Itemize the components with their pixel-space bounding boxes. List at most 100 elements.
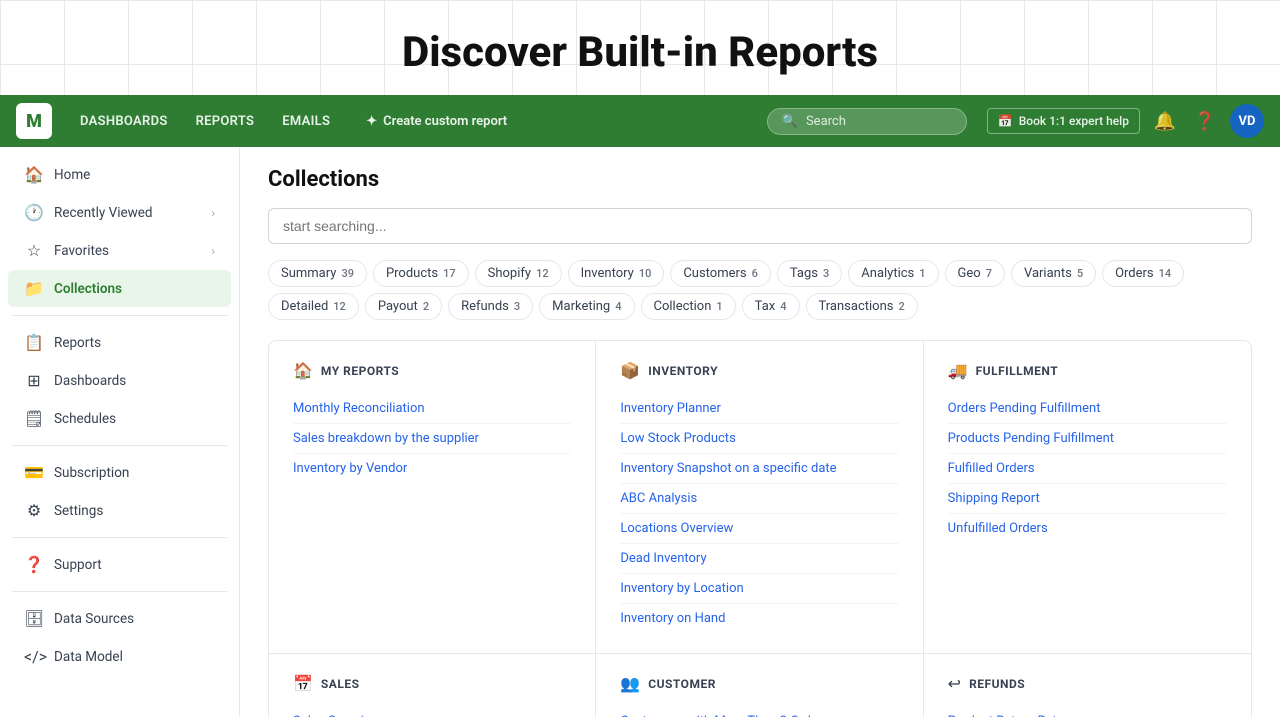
link-inventory-snapshot[interactable]: Inventory Snapshot on a specific date: [620, 454, 898, 484]
sidebar-divider-4: [12, 591, 227, 592]
filter-tab-marketing[interactable]: Marketing 4: [539, 293, 634, 320]
sidebar-data-model-label: Data Model: [54, 649, 123, 665]
filter-tab-refunds[interactable]: Refunds 3: [448, 293, 533, 320]
filter-products-count: 17: [443, 267, 456, 280]
sidebar-item-data-sources[interactable]: 🗄 Data Sources: [8, 600, 231, 637]
filter-tab-collection[interactable]: Collection 1: [641, 293, 736, 320]
sidebar-reports-label: Reports: [54, 335, 101, 351]
sidebar-divider-2: [12, 445, 227, 446]
link-fulfilled-orders[interactable]: Fulfilled Orders: [948, 454, 1227, 484]
link-unfulfilled-orders[interactable]: Unfulfilled Orders: [948, 514, 1227, 543]
section-inventory-title: INVENTORY: [648, 364, 718, 378]
link-sales-breakdown-supplier[interactable]: Sales breakdown by the supplier: [293, 424, 571, 454]
data-sources-icon: 🗄: [24, 609, 44, 628]
nav-reports[interactable]: REPORTS: [184, 108, 267, 135]
link-customers-3-orders[interactable]: Customers with More Than 3 Orders: [620, 707, 898, 717]
filter-geo-count: 7: [986, 267, 992, 280]
filter-shopify-count: 12: [536, 267, 549, 280]
notification-button[interactable]: 🔔: [1150, 106, 1180, 136]
link-shipping-report[interactable]: Shipping Report: [948, 484, 1227, 514]
sidebar-item-home[interactable]: 🏠 Home: [8, 156, 231, 193]
create-label: Create custom report: [383, 114, 507, 129]
hero-title: Discover Built-in Reports: [0, 28, 1280, 77]
section-inventory-header: 📦 INVENTORY: [620, 361, 898, 380]
sidebar-item-recently-viewed[interactable]: 🕐 Recently Viewed ›: [8, 194, 231, 231]
filter-detailed-label: Detailed: [281, 299, 328, 314]
sidebar-divider-3: [12, 537, 227, 538]
filter-tax-label: Tax: [755, 299, 776, 314]
sidebar-divider-1: [12, 315, 227, 316]
filter-tax-count: 4: [780, 300, 786, 313]
sidebar-item-favorites[interactable]: ☆ Favorites ›: [8, 232, 231, 269]
sidebar-item-data-model[interactable]: </> Data Model: [8, 638, 231, 675]
sidebar-settings-label: Settings: [54, 503, 103, 519]
link-product-return-rate[interactable]: Product Return Rate: [948, 707, 1227, 717]
link-dead-inventory[interactable]: Dead Inventory: [620, 544, 898, 574]
sidebar-recently-viewed-label: Recently Viewed: [54, 205, 153, 221]
link-products-pending-fulfillment[interactable]: Products Pending Fulfillment: [948, 424, 1227, 454]
link-inventory-planner[interactable]: Inventory Planner: [620, 394, 898, 424]
link-locations-overview[interactable]: Locations Overview: [620, 514, 898, 544]
nav-emails[interactable]: EMAILS: [270, 108, 342, 135]
sidebar-item-reports[interactable]: 📋 Reports: [8, 324, 231, 361]
section-fulfillment-header: 🚚 FULFILLMENT: [948, 361, 1227, 380]
filter-tab-analytics[interactable]: Analytics 1: [848, 260, 938, 287]
sidebar-item-settings[interactable]: ⚙ Settings: [8, 492, 231, 529]
folder-icon: 📁: [24, 279, 44, 298]
sidebar-item-collections[interactable]: 📁 Collections: [8, 270, 231, 307]
section-customer: 👥 CUSTOMER Customers with More Than 3 Or…: [596, 654, 923, 717]
filter-tab-orders[interactable]: Orders 14: [1102, 260, 1184, 287]
filter-tab-summary[interactable]: Summary 39: [268, 260, 367, 287]
link-inventory-by-vendor[interactable]: Inventory by Vendor: [293, 454, 571, 483]
filter-tab-tax[interactable]: Tax 4: [742, 293, 800, 320]
sidebar-item-schedules[interactable]: 🗒 Schedules: [8, 400, 231, 437]
link-inventory-by-location[interactable]: Inventory by Location: [620, 574, 898, 604]
filter-transactions-count: 2: [899, 300, 905, 313]
sidebar-item-support[interactable]: ❓ Support: [8, 546, 231, 583]
collection-search-input[interactable]: [268, 208, 1252, 244]
help-button[interactable]: ❓: [1190, 106, 1220, 136]
filter-tab-inventory[interactable]: Inventory 10: [568, 260, 665, 287]
fulfillment-section-icon: 🚚: [948, 361, 968, 380]
user-avatar[interactable]: VD: [1230, 104, 1264, 138]
filter-products-label: Products: [386, 266, 438, 281]
link-inventory-on-hand[interactable]: Inventory on Hand: [620, 604, 898, 633]
link-abc-analysis[interactable]: ABC Analysis: [620, 484, 898, 514]
customer-section-icon: 👥: [620, 674, 640, 693]
section-my-reports: 🏠 MY REPORTS Monthly Reconciliation Sale…: [269, 341, 596, 654]
expert-help-button[interactable]: 📅 Book 1:1 expert help: [987, 108, 1140, 134]
inventory-section-icon: 📦: [620, 361, 640, 380]
topbar-search[interactable]: 🔍 Search: [767, 108, 967, 135]
filter-tab-geo[interactable]: Geo 7: [945, 260, 1005, 287]
filter-tab-detailed[interactable]: Detailed 12: [268, 293, 359, 320]
link-monthly-reconciliation[interactable]: Monthly Reconciliation: [293, 394, 571, 424]
filter-refunds-count: 3: [514, 300, 520, 313]
section-fulfillment-title: FULFILLMENT: [976, 364, 1059, 378]
calendar-icon: 📅: [998, 114, 1013, 128]
filter-tab-payout[interactable]: Payout 2: [365, 293, 442, 320]
nav-dashboards[interactable]: DASHBOARDS: [68, 108, 180, 135]
main-layout: 🏠 Home 🕐 Recently Viewed › ☆ Favorites ›…: [0, 147, 1280, 717]
sidebar-item-dashboards[interactable]: ⊞ Dashboards: [8, 362, 231, 399]
filter-collection-label: Collection: [654, 299, 712, 314]
section-inventory: 📦 INVENTORY Inventory Planner Low Stock …: [596, 341, 923, 654]
filter-tab-variants[interactable]: Variants 5: [1011, 260, 1096, 287]
filter-tags-count: 3: [823, 267, 829, 280]
create-custom-report-button[interactable]: ✦ Create custom report: [354, 108, 519, 135]
link-sales-overview[interactable]: Sales Overview: [293, 707, 571, 717]
link-orders-pending-fulfillment[interactable]: Orders Pending Fulfillment: [948, 394, 1227, 424]
filter-customers-count: 6: [752, 267, 758, 280]
filter-tab-products[interactable]: Products 17: [373, 260, 469, 287]
logo[interactable]: M: [16, 103, 52, 139]
filter-tab-shopify[interactable]: Shopify 12: [475, 260, 562, 287]
link-low-stock-products[interactable]: Low Stock Products: [620, 424, 898, 454]
filter-marketing-count: 4: [615, 300, 621, 313]
expert-label: Book 1:1 expert help: [1019, 114, 1129, 128]
filter-payout-label: Payout: [378, 299, 418, 314]
filter-tab-customers[interactable]: Customers 6: [670, 260, 771, 287]
sidebar-item-subscription[interactable]: 💳 Subscription: [8, 454, 231, 491]
filter-analytics-label: Analytics: [861, 266, 914, 281]
filter-tab-transactions[interactable]: Transactions 2: [806, 293, 918, 320]
star-icon: ☆: [24, 241, 44, 260]
filter-tab-tags[interactable]: Tags 3: [777, 260, 842, 287]
